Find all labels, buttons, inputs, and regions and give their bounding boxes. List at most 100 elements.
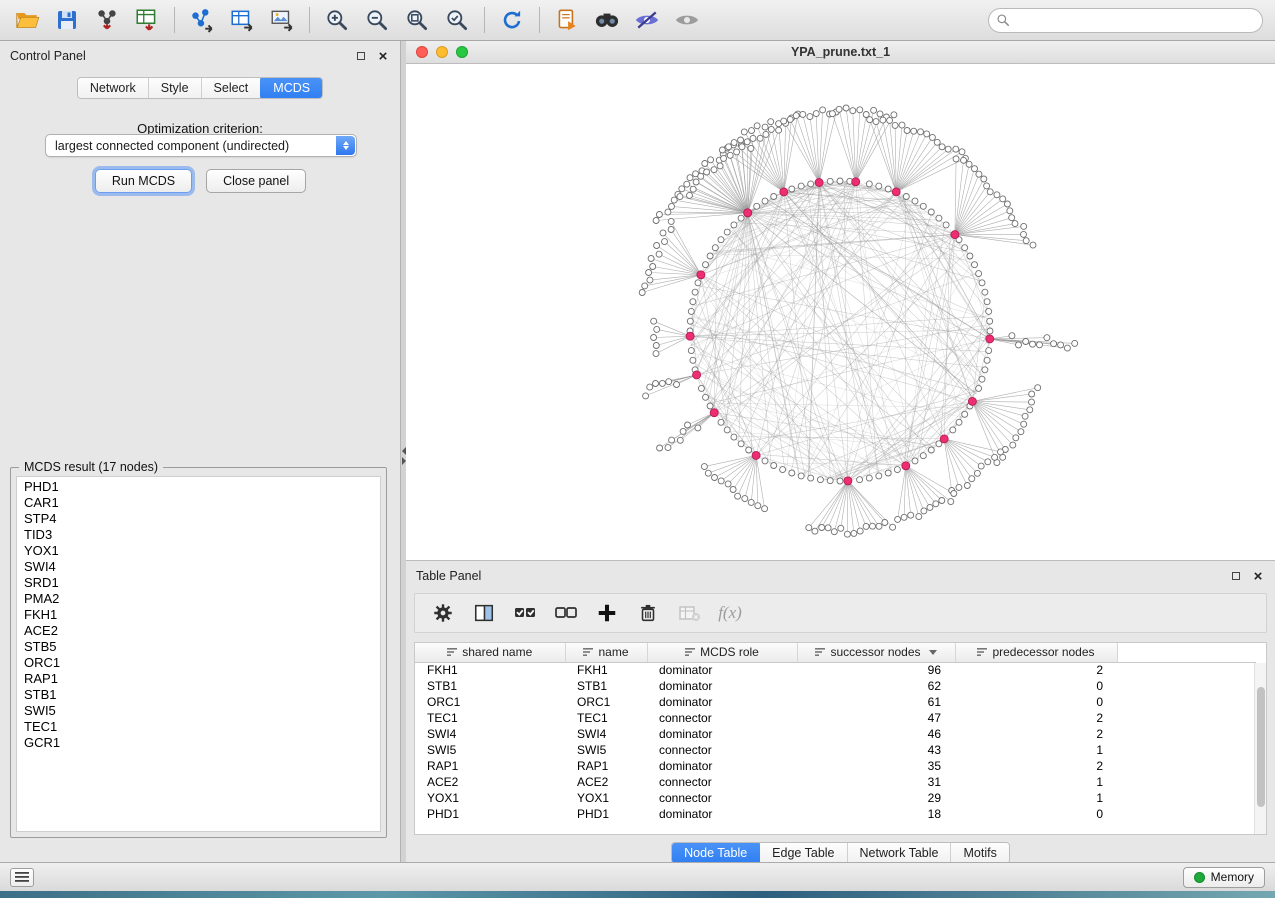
list-item[interactable]: SWI5 (17, 703, 380, 719)
application-window: Control Panel × Network Style Select MCD… (0, 0, 1275, 898)
settings-gear-icon[interactable] (431, 601, 455, 625)
table-row[interactable]: YOX1YOX1connector291 (415, 790, 1256, 806)
search-network-icon[interactable] (592, 5, 622, 35)
list-item[interactable]: STB5 (17, 639, 380, 655)
table-row[interactable]: RAP1RAP1dominator352 (415, 758, 1256, 774)
deselect-all-icon[interactable] (554, 601, 578, 625)
table-row[interactable]: PHD1PHD1dominator180 (415, 806, 1256, 822)
table-cell: 96 (797, 662, 955, 678)
hide-selected-icon[interactable] (632, 5, 662, 35)
table-row[interactable]: ACE2ACE2connector311 (415, 774, 1256, 790)
column-header-name[interactable]: name (565, 643, 647, 662)
list-item[interactable]: PHD1 (17, 479, 380, 495)
column-header-shared-name[interactable]: shared name (415, 643, 565, 662)
column-select-icon[interactable] (472, 601, 496, 625)
float-table-panel-icon[interactable] (1229, 569, 1243, 583)
table-cell: SWI4 (415, 726, 565, 742)
list-item[interactable]: RAP1 (17, 671, 380, 687)
list-item[interactable]: TEC1 (17, 719, 380, 735)
list-item[interactable]: SWI4 (17, 559, 380, 575)
list-item[interactable]: FKH1 (17, 607, 380, 623)
tab-motifs[interactable]: Motifs (951, 843, 1008, 863)
table-cell: FKH1 (565, 662, 647, 678)
close-panel-button[interactable]: Close panel (206, 169, 306, 193)
search-input[interactable] (988, 8, 1263, 33)
column-header-successor-nodes[interactable]: successor nodes (797, 643, 955, 662)
export-table-icon[interactable] (227, 5, 257, 35)
table-row[interactable]: TEC1TEC1connector472 (415, 710, 1256, 726)
list-item[interactable]: YOX1 (17, 543, 380, 559)
table-cell: 29 (797, 790, 955, 806)
import-network-file-icon[interactable] (92, 5, 122, 35)
zoom-selected-icon[interactable] (442, 5, 472, 35)
list-item[interactable]: GCR1 (17, 735, 380, 751)
tab-select[interactable]: Select (202, 78, 262, 98)
tab-node-table[interactable]: Node Table (671, 842, 761, 864)
table-scrollbar[interactable] (1254, 663, 1266, 834)
table-panel-title: Table Panel (416, 569, 481, 583)
column-header-mcds-role[interactable]: MCDS role (647, 643, 797, 662)
table-cell-filler (1117, 710, 1256, 726)
add-row-icon[interactable] (595, 601, 619, 625)
delete-row-icon[interactable] (636, 601, 660, 625)
list-item[interactable]: TID3 (17, 527, 380, 543)
control-panel-title: Control Panel (10, 49, 86, 63)
zoom-fit-icon[interactable] (402, 5, 432, 35)
refresh-icon[interactable] (497, 5, 527, 35)
table-row[interactable]: SWI5SWI5connector431 (415, 742, 1256, 758)
table-row[interactable]: FKH1FKH1dominator962 (415, 662, 1256, 678)
list-item[interactable]: ORC1 (17, 655, 380, 671)
tab-edge-table[interactable]: Edge Table (760, 843, 847, 863)
memory-button[interactable]: Memory (1183, 867, 1265, 888)
import-table-file-icon[interactable] (132, 5, 162, 35)
table-cell: 46 (797, 726, 955, 742)
list-item[interactable]: STB1 (17, 687, 380, 703)
tab-mcds[interactable]: MCDS (260, 77, 323, 99)
export-network-icon[interactable] (187, 5, 217, 35)
list-item[interactable]: PMA2 (17, 591, 380, 607)
open-folder-icon[interactable] (12, 5, 42, 35)
tab-network-table[interactable]: Network Table (848, 843, 952, 863)
toolbar-separator (484, 7, 485, 33)
node-table: shared name name MCDS role successor nod… (415, 643, 1256, 822)
export-image-icon[interactable] (267, 5, 297, 35)
column-header-predecessor-nodes[interactable]: predecessor nodes (955, 643, 1117, 662)
table-cell: dominator (647, 726, 797, 742)
table-cell-filler (1117, 662, 1256, 678)
control-panel-tabs: Network Style Select MCDS (0, 77, 400, 99)
table-row[interactable]: ORC1ORC1dominator610 (415, 694, 1256, 710)
save-icon[interactable] (52, 5, 82, 35)
sort-icon (583, 647, 593, 657)
list-item[interactable]: SRD1 (17, 575, 380, 591)
run-mcds-button[interactable]: Run MCDS (95, 169, 192, 193)
table-scrollbar-thumb[interactable] (1257, 687, 1265, 807)
toolbar-separator (174, 7, 175, 33)
criterion-dropdown[interactable]: largest connected component (undirected) (45, 134, 357, 157)
tab-style[interactable]: Style (149, 78, 202, 98)
list-item[interactable]: CAR1 (17, 495, 380, 511)
tab-network[interactable]: Network (78, 78, 149, 98)
show-all-icon[interactable] (672, 5, 702, 35)
network-titlebar[interactable]: YPA_prune.txt_1 (406, 41, 1275, 64)
table-row[interactable]: STB1STB1dominator620 (415, 678, 1256, 694)
table-cell: dominator (647, 662, 797, 678)
mcds-result-list[interactable]: PHD1CAR1STP4TID3YOX1SWI4SRD1PMA2FKH1ACE2… (16, 476, 381, 832)
network-graph (406, 64, 1275, 560)
table-cell: ACE2 (565, 774, 647, 790)
select-all-icon[interactable] (513, 601, 537, 625)
close-table-panel-icon[interactable]: × (1251, 569, 1265, 583)
table-cell: dominator (647, 806, 797, 822)
list-item[interactable]: STP4 (17, 511, 380, 527)
table-cell-filler (1117, 694, 1256, 710)
close-panel-icon[interactable]: × (376, 49, 390, 63)
float-panel-icon[interactable] (354, 49, 368, 63)
zoom-out-icon[interactable] (362, 5, 392, 35)
table-row[interactable]: SWI4SWI4dominator462 (415, 726, 1256, 742)
task-history-button[interactable] (10, 868, 34, 887)
share-document-icon[interactable] (552, 5, 582, 35)
zoom-in-icon[interactable] (322, 5, 352, 35)
column-header-filler (1117, 643, 1256, 662)
list-item[interactable]: ACE2 (17, 623, 380, 639)
toolbar-separator (539, 7, 540, 33)
network-canvas[interactable] (406, 64, 1275, 560)
